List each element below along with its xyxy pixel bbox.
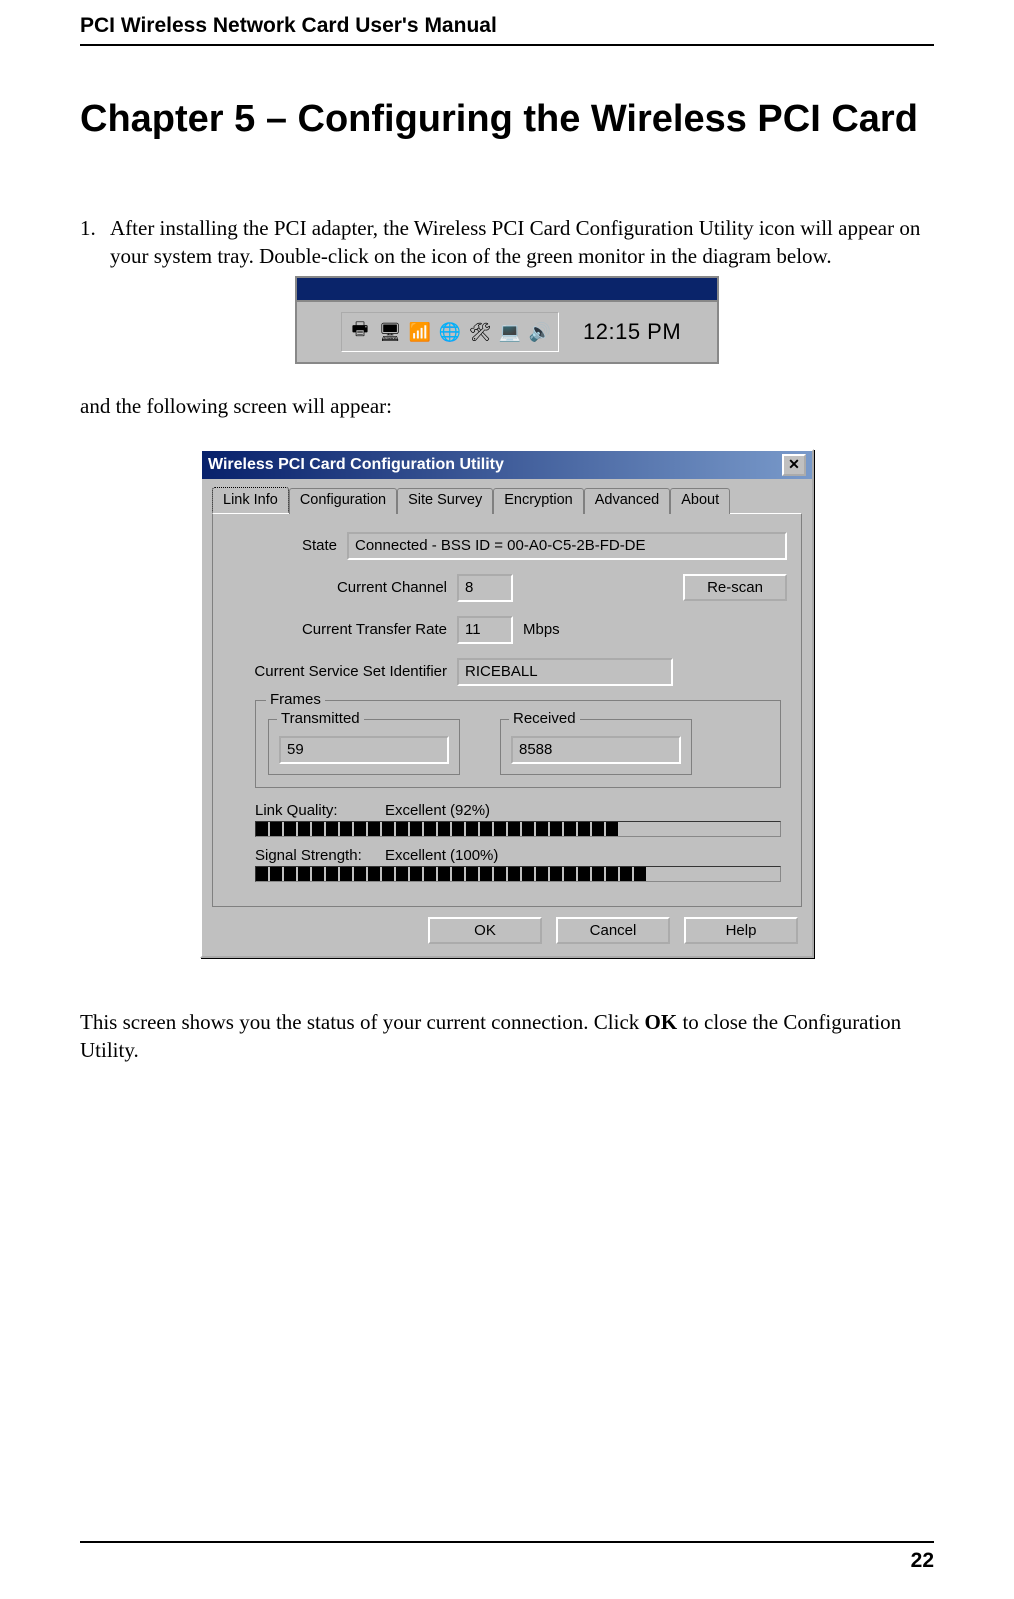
link-quality-value: Excellent (92%)	[385, 802, 490, 819]
systray-icon-well: 🖶 🖥 📶 🌐 🛠 💻 🔊	[341, 312, 559, 352]
link-quality-label: Link Quality:	[255, 802, 385, 819]
ok-button[interactable]: OK	[428, 917, 542, 944]
tab-site-survey[interactable]: Site Survey	[397, 488, 493, 514]
ssid-label: Current Service Set Identifier	[227, 663, 457, 680]
sound-icon[interactable]: 🔊	[528, 320, 552, 344]
channel-label: Current Channel	[227, 579, 457, 596]
frames-legend: Frames	[266, 691, 325, 708]
cancel-button[interactable]: Cancel	[556, 917, 670, 944]
channel-value: 8	[457, 574, 513, 602]
tab-link-info[interactable]: Link Info	[212, 487, 289, 513]
rescan-button[interactable]: Re-scan	[683, 574, 787, 601]
state-value: Connected - BSS ID = 00-A0-C5-2B-FD-DE	[347, 532, 787, 560]
systray-figure: 🖶 🖥 📶 🌐 🛠 💻 🔊 12:15 PM	[295, 276, 719, 364]
transmitted-group: Transmitted 59	[268, 719, 460, 775]
transmitted-legend: Transmitted	[277, 710, 364, 727]
after-tray-text: and the following screen will appear:	[80, 392, 934, 420]
tab-encryption[interactable]: Encryption	[493, 488, 584, 514]
tab-about[interactable]: About	[670, 488, 730, 514]
config-dialog: Wireless PCI Card Configuration Utility …	[200, 449, 814, 958]
printer-icon[interactable]: 🖶	[348, 320, 372, 344]
link-quality-bar	[255, 821, 781, 837]
received-legend: Received	[509, 710, 580, 727]
tab-panel: State Connected - BSS ID = 00-A0-C5-2B-F…	[212, 513, 802, 907]
dialog-titlebar: Wireless PCI Card Configuration Utility …	[202, 451, 812, 479]
tool-icon[interactable]: 🛠	[468, 320, 492, 344]
step-text: After installing the PCI adapter, the Wi…	[110, 214, 934, 271]
monitor-icon[interactable]: 🖥	[378, 320, 402, 344]
step-number: 1.	[80, 214, 110, 271]
header-rule	[80, 44, 934, 46]
close-icon[interactable]: ✕	[782, 454, 806, 476]
systray-clock: 12:15 PM	[583, 319, 681, 345]
footer-rule	[80, 1541, 934, 1543]
page-number: 22	[80, 1549, 934, 1573]
display-icon[interactable]: 💻	[498, 320, 522, 344]
frames-group: Frames Transmitted 59 Received 8588	[255, 700, 781, 788]
state-label: State	[227, 537, 347, 554]
systray-titlebar	[297, 278, 717, 302]
tabstrip: Link Info Configuration Site Survey Encr…	[202, 479, 812, 513]
rate-label: Current Transfer Rate	[227, 621, 457, 638]
tab-configuration[interactable]: Configuration	[289, 488, 397, 514]
manual-header: PCI Wireless Network Card User's Manual	[80, 0, 934, 44]
ssid-value: RICEBALL	[457, 658, 673, 686]
globe-icon[interactable]: 🌐	[438, 320, 462, 344]
help-button[interactable]: Help	[684, 917, 798, 944]
closing-text: This screen shows you the status of your…	[80, 1008, 934, 1065]
signal-strength-bar	[255, 866, 781, 882]
tab-advanced[interactable]: Advanced	[584, 488, 671, 514]
received-value: 8588	[511, 736, 681, 764]
rate-unit: Mbps	[513, 621, 560, 638]
signal-strength-label: Signal Strength:	[255, 847, 385, 864]
rate-value: 11	[457, 616, 513, 644]
received-group: Received 8588	[500, 719, 692, 775]
signal-icon[interactable]: 📶	[408, 320, 432, 344]
transmitted-value: 59	[279, 736, 449, 764]
chapter-title: Chapter 5 – Configuring the Wireless PCI…	[80, 96, 934, 144]
signal-strength-value: Excellent (100%)	[385, 847, 498, 864]
dialog-title-text: Wireless PCI Card Configuration Utility	[208, 456, 504, 474]
